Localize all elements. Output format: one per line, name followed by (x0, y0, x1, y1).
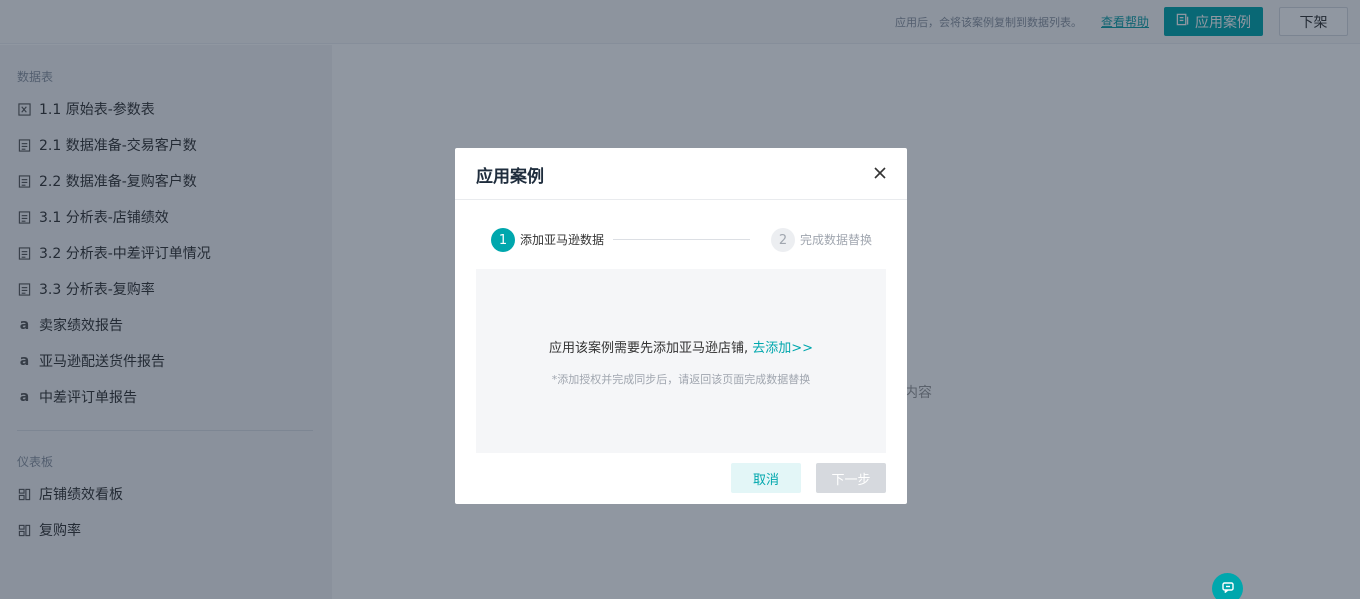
dialog-header: 应用案例 (455, 148, 907, 200)
chat-icon (1221, 579, 1235, 598)
step-2-indicator: 2 (771, 228, 795, 252)
add-store-text: 应用该案例需要先添加亚马逊店铺, (548, 341, 749, 356)
next-step-button[interactable]: 下一步 (816, 463, 886, 493)
apply-case-dialog: 应用案例 1 添加亚马逊数据 2 完成数据替换 应用该案例需要先添加亚马逊店铺,… (455, 148, 907, 504)
add-store-hint: *添加授权并完成同步后，请返回该页面完成数据替换 (551, 373, 811, 386)
step-connector (613, 239, 750, 240)
step-content-panel: 应用该案例需要先添加亚马逊店铺, 去添加>> *添加授权并完成同步后，请返回该页… (476, 269, 886, 453)
add-store-message: 应用该案例需要先添加亚马逊店铺, 去添加>> (476, 337, 886, 356)
step-2-label: 完成数据替换 (800, 233, 873, 247)
close-icon[interactable] (872, 165, 888, 181)
step-1-indicator: 1 (491, 228, 515, 252)
cancel-button[interactable]: 取消 (731, 463, 801, 493)
dialog-title: 应用案例 (476, 167, 544, 187)
step-1-label: 添加亚马逊数据 (520, 233, 605, 247)
add-store-link[interactable]: 去添加>> (752, 341, 813, 356)
chat-support-button[interactable] (1212, 573, 1243, 599)
